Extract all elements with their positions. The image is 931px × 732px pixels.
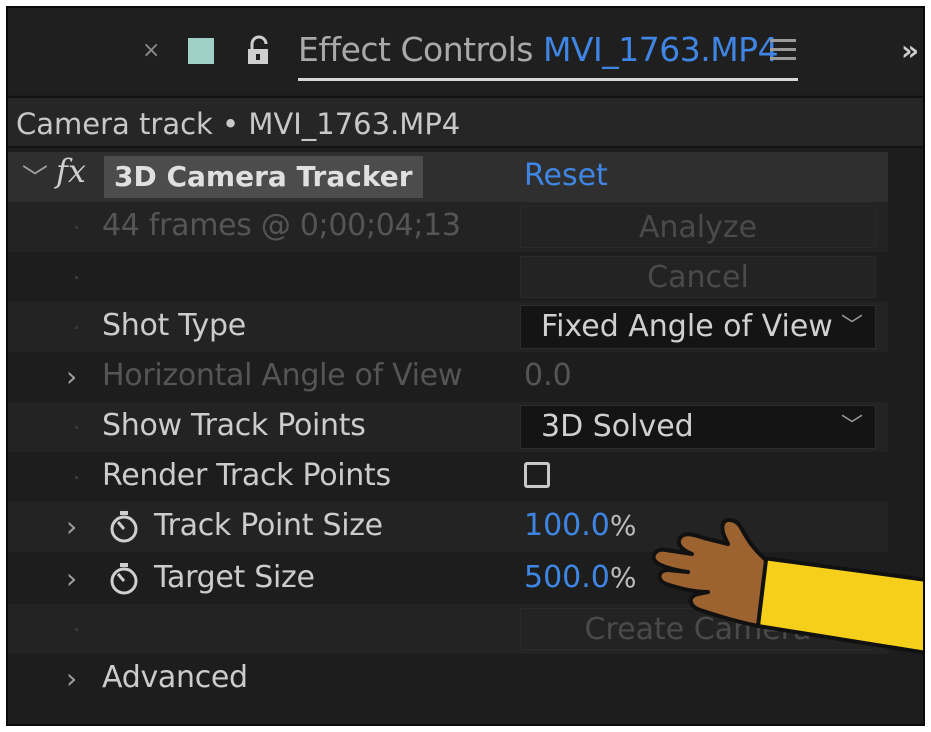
- expand-chevron-icon[interactable]: ›: [66, 360, 77, 393]
- effect-name[interactable]: 3D Camera Tracker: [104, 156, 423, 198]
- label-color-swatch[interactable]: [188, 38, 214, 64]
- track-point-size-number[interactable]: 100.0: [524, 508, 610, 543]
- target-size-label: Target Size: [154, 560, 315, 595]
- active-tab-indicator: [298, 78, 798, 81]
- collapse-chevron-icon[interactable]: ﹀: [22, 158, 48, 195]
- effect-controls-panel: × Effect Controls MVI_1763.MP4 » Camera …: [6, 6, 925, 726]
- render-track-points-label: Render Track Points: [102, 458, 391, 493]
- analysis-status: 44 frames @ 0;00;04;13: [102, 208, 461, 243]
- row-dot: [75, 426, 78, 429]
- effect-header-row: ﹀ fx 3D Camera Tracker Reset: [8, 152, 888, 202]
- shot-type-value: Fixed Angle of View: [541, 309, 833, 344]
- row-dot: [75, 326, 78, 329]
- track-point-size-unit: %: [609, 509, 637, 542]
- target-size-unit: %: [609, 561, 637, 594]
- row-dot: [75, 276, 78, 279]
- panel-tab-title[interactable]: Effect Controls MVI_1763.MP4: [298, 30, 779, 69]
- render-track-points-row: Render Track Points: [8, 452, 888, 502]
- pointing-hand-icon: [651, 518, 923, 655]
- show-track-points-label: Show Track Points: [102, 408, 366, 443]
- shot-type-dropdown[interactable]: Fixed Angle of View ﹀: [520, 305, 876, 349]
- show-track-points-dropdown[interactable]: 3D Solved ﹀: [520, 405, 876, 449]
- lock-icon[interactable]: [246, 35, 272, 71]
- target-size-number[interactable]: 500.0: [524, 560, 610, 595]
- show-track-points-row: Show Track Points 3D Solved ﹀: [8, 402, 888, 452]
- stopwatch-icon[interactable]: [108, 510, 140, 548]
- breadcrumb: Camera track • MVI_1763.MP4: [8, 96, 923, 148]
- analyze-row: 44 frames @ 0;00;04;13 Analyze: [8, 202, 888, 252]
- show-track-points-value: 3D Solved: [541, 409, 694, 444]
- shot-type-row: Shot Type Fixed Angle of View ﹀: [8, 302, 888, 352]
- cancel-button[interactable]: Cancel: [520, 256, 876, 298]
- target-size-value[interactable]: 500.0%: [524, 560, 637, 595]
- expand-chevron-icon[interactable]: ›: [66, 510, 77, 543]
- row-dot: [75, 476, 78, 479]
- expand-chevron-icon[interactable]: ›: [66, 662, 77, 695]
- tab-title-prefix: Effect Controls: [298, 30, 533, 69]
- dropdown-caret-icon: ﹀: [840, 314, 863, 339]
- horizontal-angle-value: 0.0: [524, 358, 572, 393]
- shot-type-label: Shot Type: [102, 308, 246, 343]
- fx-icon[interactable]: fx: [56, 152, 86, 190]
- horizontal-angle-row: › Horizontal Angle of View 0.0: [8, 352, 888, 402]
- advanced-label[interactable]: Advanced: [102, 660, 248, 695]
- stopwatch-icon[interactable]: [108, 562, 140, 600]
- cancel-row: Cancel: [8, 252, 888, 302]
- analyze-button[interactable]: Analyze: [520, 206, 876, 248]
- expand-chevron-icon[interactable]: ›: [66, 562, 77, 595]
- reset-link[interactable]: Reset: [524, 158, 608, 193]
- panel-tab-bar: × Effect Controls MVI_1763.MP4 »: [8, 8, 923, 94]
- panel-menu-icon[interactable]: [770, 39, 796, 66]
- render-track-points-checkbox[interactable]: [524, 462, 550, 488]
- row-dot: [75, 226, 78, 229]
- horizontal-angle-label: Horizontal Angle of View: [102, 358, 463, 393]
- track-point-size-value[interactable]: 100.0%: [524, 508, 637, 543]
- track-point-size-label: Track Point Size: [154, 508, 383, 543]
- overflow-chevron-icon[interactable]: »: [901, 34, 919, 67]
- dropdown-caret-icon: ﹀: [840, 414, 863, 439]
- close-icon[interactable]: ×: [142, 38, 160, 63]
- row-dot: [75, 628, 78, 631]
- tab-clip-name: MVI_1763.MP4: [542, 30, 779, 69]
